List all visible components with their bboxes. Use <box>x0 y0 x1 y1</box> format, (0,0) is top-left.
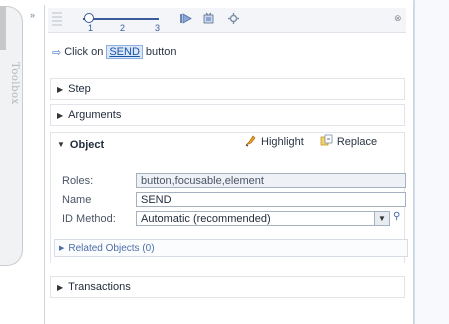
section-transactions-label: Transactions <box>68 281 131 293</box>
expand-triangle-icon: ▶ <box>59 245 65 252</box>
section-transactions[interactable]: ▶ Transactions <box>50 276 405 298</box>
right-edge-area <box>413 0 449 324</box>
replace-icon[interactable] <box>320 134 333 150</box>
name-field[interactable]: SEND <box>136 192 406 207</box>
step-arrow-icon: ⇨ <box>52 46 62 59</box>
section-step-label: Step <box>68 83 91 95</box>
step-suffix: button <box>145 46 177 58</box>
dropdown-arrow-icon[interactable]: ▼ <box>374 212 389 225</box>
id-method-label: ID Method: <box>62 213 116 225</box>
expand-triangle-icon: ▶ <box>57 110 64 120</box>
expand-triangle-icon: ▶ <box>57 84 64 94</box>
find-object-icon[interactable]: ⚲ <box>393 211 400 222</box>
run-step-icon[interactable] <box>178 11 192 25</box>
level-slider[interactable] <box>83 18 159 20</box>
related-objects-row[interactable]: ▶ Related Objects (0) <box>54 239 408 257</box>
toolbox-label: Toolbox <box>9 62 20 105</box>
section-object-label: Object <box>69 138 105 151</box>
slider-tick-3: 3 <box>155 23 161 33</box>
object-actions: Highlight Replace <box>244 134 377 150</box>
replace-button[interactable]: Replace <box>337 136 377 148</box>
collapse-triangle-icon: ▼ <box>57 140 65 149</box>
expand-triangle-icon: ▶ <box>57 282 64 292</box>
section-arguments-label: Arguments <box>68 109 122 121</box>
pin-icon[interactable]: ⊗ <box>394 13 402 24</box>
roles-label: Roles: <box>62 175 94 187</box>
collapse-arrows-icon[interactable]: » <box>30 10 35 20</box>
highlight-marker-icon[interactable] <box>244 134 257 150</box>
related-objects-label: Related Objects (0) <box>68 242 155 254</box>
step-prefix: Click on <box>64 46 104 58</box>
highlight-button[interactable]: Highlight <box>261 136 304 148</box>
toolbox-tab-edge <box>0 6 6 50</box>
slider-tick-2: 2 <box>120 23 126 33</box>
step-target-link[interactable]: SEND <box>106 45 143 59</box>
section-arguments[interactable]: ▶ Arguments <box>50 104 405 126</box>
id-method-value: Automatic (recommended) <box>141 213 271 225</box>
section-step[interactable]: ▶ Step <box>50 78 405 100</box>
capture-step-icon[interactable] <box>201 11 215 25</box>
id-method-select[interactable]: Automatic (recommended) ▼ <box>136 211 390 226</box>
slider-tick-1: 1 <box>88 23 94 33</box>
roles-field: button,focusable,element <box>136 173 406 188</box>
name-label: Name <box>62 194 92 206</box>
level-slider-knob[interactable] <box>84 13 94 23</box>
settings-wrench-icon[interactable] <box>226 11 240 25</box>
step-description: ⇨ Click on SEND button <box>52 45 177 59</box>
grip-handle[interactable] <box>52 12 62 28</box>
